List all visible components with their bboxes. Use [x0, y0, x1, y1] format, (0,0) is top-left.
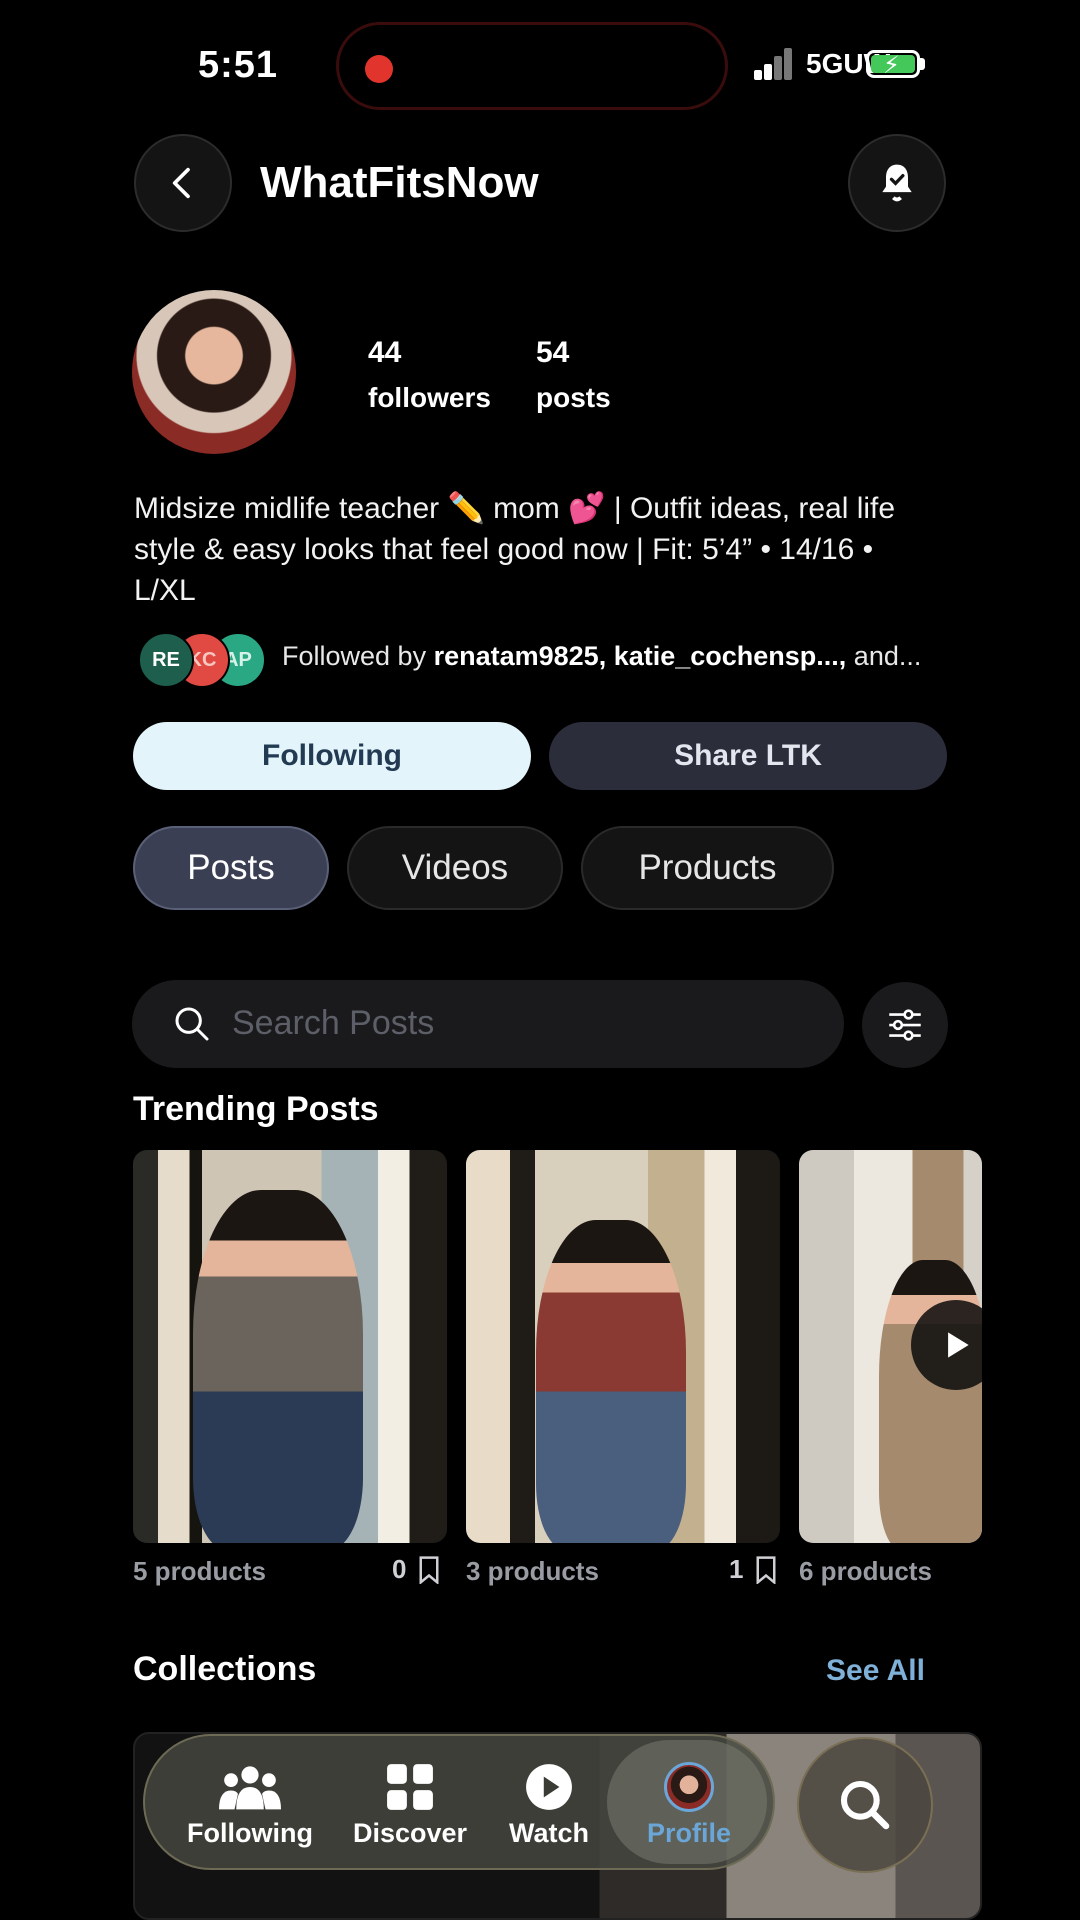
search-icon — [175, 1007, 209, 1041]
followed-by-suffix: and... — [846, 641, 922, 671]
followed-by-text[interactable]: Followed by renatam9825, katie_cochensp.… — [282, 641, 921, 672]
bookmark-icon — [756, 1555, 776, 1584]
follower-chip: RE — [138, 632, 194, 688]
post-save-count[interactable]: 1 — [729, 1554, 777, 1585]
sliders-icon — [889, 1009, 921, 1041]
people-icon — [218, 1766, 281, 1810]
play-icon — [948, 1332, 969, 1358]
search-input[interactable]: Search Posts — [132, 980, 844, 1068]
followed-by-names: renatam9825, katie_cochensp..., — [433, 641, 847, 671]
dynamic-island — [336, 22, 728, 110]
play-circle-icon — [526, 1764, 572, 1810]
search-icon — [840, 1780, 890, 1830]
save-count-value: 1 — [729, 1554, 744, 1584]
nav-label: Watch — [509, 1818, 589, 1848]
chevron-left-icon — [172, 167, 190, 199]
following-button[interactable]: Following — [133, 722, 531, 790]
bottom-nav: Following Discover Watch Profile — [143, 1734, 775, 1870]
nav-label: Discover — [353, 1818, 468, 1848]
trending-post-card[interactable] — [466, 1150, 780, 1543]
followers-count: 44 — [368, 336, 402, 369]
nav-discover[interactable]: Discover — [353, 1762, 467, 1849]
nav-profile[interactable]: Profile — [647, 1762, 731, 1849]
nav-following[interactable]: Following — [187, 1762, 313, 1849]
posts-label[interactable]: posts — [536, 382, 611, 414]
notification-button[interactable] — [848, 134, 946, 232]
back-button[interactable] — [134, 134, 232, 232]
tab-videos[interactable]: Videos — [347, 826, 563, 910]
recording-indicator-icon — [365, 55, 393, 83]
save-count-value: 0 — [392, 1554, 407, 1584]
see-all-link[interactable]: See All — [826, 1654, 925, 1688]
signal-icon — [754, 46, 794, 80]
posts-count: 54 — [536, 336, 570, 369]
post-products-count: 3 products — [466, 1556, 599, 1586]
search-fab-button[interactable] — [797, 1737, 933, 1873]
battery-icon: ⚡ — [866, 50, 920, 79]
status-time: 5:51 — [198, 44, 279, 86]
share-ltk-button[interactable]: Share LTK — [549, 722, 947, 790]
tab-posts[interactable]: Posts — [133, 826, 329, 910]
search-placeholder: Search Posts — [232, 1004, 435, 1042]
grid-icon — [387, 1764, 433, 1810]
nav-label: Following — [187, 1818, 313, 1848]
trending-post-card[interactable] — [799, 1150, 982, 1543]
collections-title: Collections — [133, 1650, 317, 1688]
trending-post-card[interactable] — [133, 1150, 447, 1543]
post-products-count: 6 products — [799, 1556, 932, 1586]
post-products-count: 5 products — [133, 1556, 266, 1586]
nav-label: Profile — [647, 1818, 732, 1848]
tab-products[interactable]: Products — [581, 826, 834, 910]
profile-avatar[interactable] — [132, 290, 296, 454]
bell-check-icon — [882, 164, 912, 202]
post-save-count[interactable]: 0 — [392, 1554, 440, 1585]
nav-watch[interactable]: Watch — [509, 1762, 589, 1849]
bookmark-icon — [419, 1555, 439, 1584]
filter-button[interactable] — [862, 982, 948, 1068]
battery-tip — [920, 58, 925, 70]
avatar — [664, 1762, 715, 1812]
mutual-followers-avatars[interactable]: RE KC AP — [138, 632, 268, 688]
followers-label[interactable]: followers — [368, 382, 491, 414]
followed-by-prefix: Followed by — [282, 641, 434, 671]
profile-bio: Midsize midlife teacher ✏️ mom 💕 | Outfi… — [134, 492, 896, 607]
page-title: WhatFitsNow — [260, 158, 539, 207]
trending-posts-title: Trending Posts — [133, 1090, 379, 1128]
